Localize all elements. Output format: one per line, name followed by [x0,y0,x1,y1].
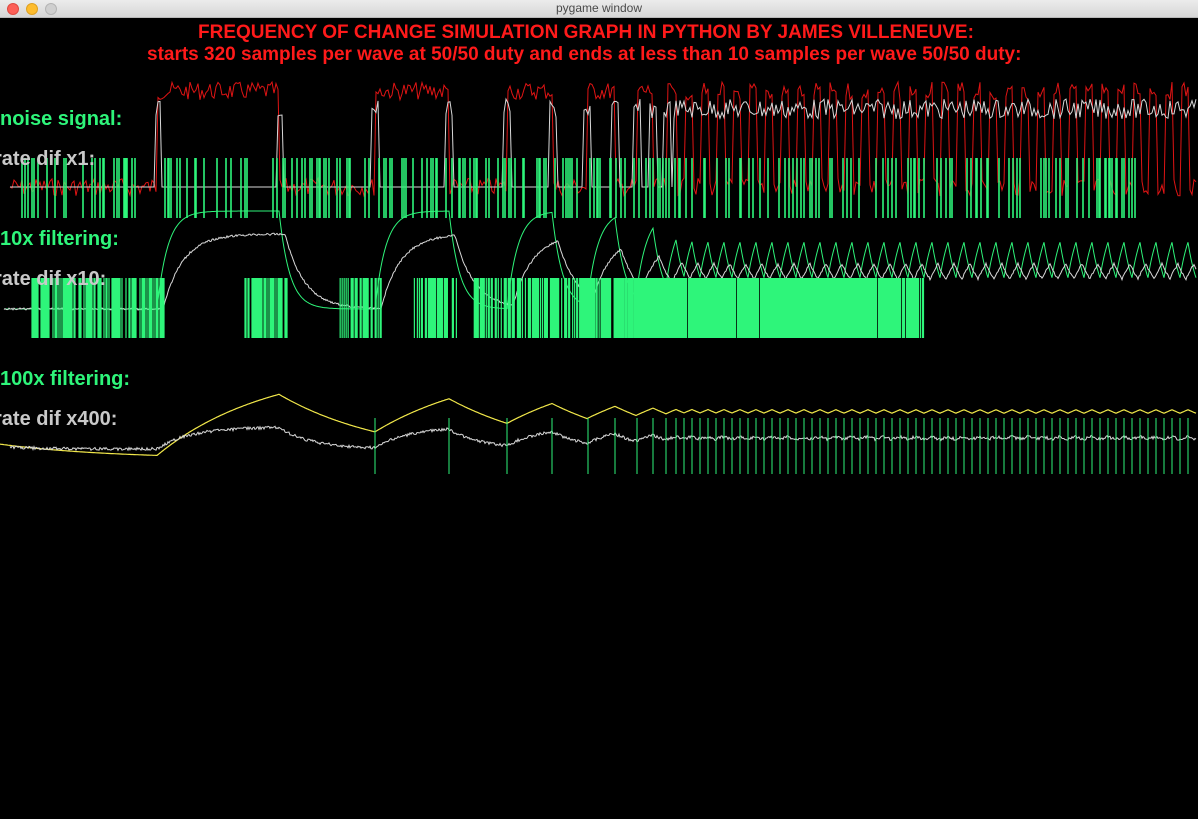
window-title: pygame window [555,1,643,15]
graph-title: FREQUENCY OF CHANGE SIMULATION GRAPH IN … [198,22,974,43]
noise-signal-trace [9,80,1197,198]
window-titlebar[interactable]: pygame window [0,0,1198,18]
rate-dif-x10-bars [31,278,925,338]
filter-10x-trace [4,210,1197,310]
filter-100x-trace [0,393,1197,456]
pygame-canvas[interactable]: FREQUENCY OF CHANGE SIMULATION GRAPH IN … [0,19,1198,819]
rate-dif-x10-label: rate dif x10: [0,268,107,290]
rate-dif-x1-bars [21,158,1136,218]
rate-dif-x1-label: rate dif x1: [0,148,96,170]
filter-10x-label: 10x filtering: [0,228,119,250]
rate-dif-x10-trace [3,232,1197,312]
rate-dif-x400-label: rate dif x400: [0,408,118,430]
graph-subtitle: starts 320 samples per wave at 50/50 dut… [147,44,1022,65]
rate-dif-x400-bars [374,418,1189,474]
rate-dif-x1-trace [10,97,1197,188]
rate-dif-x400-trace [9,425,1197,452]
signal-plot [0,80,1197,474]
noise-signal-label: noise signal: [0,108,123,130]
filter-100x-label: 100x filtering: [0,368,131,390]
